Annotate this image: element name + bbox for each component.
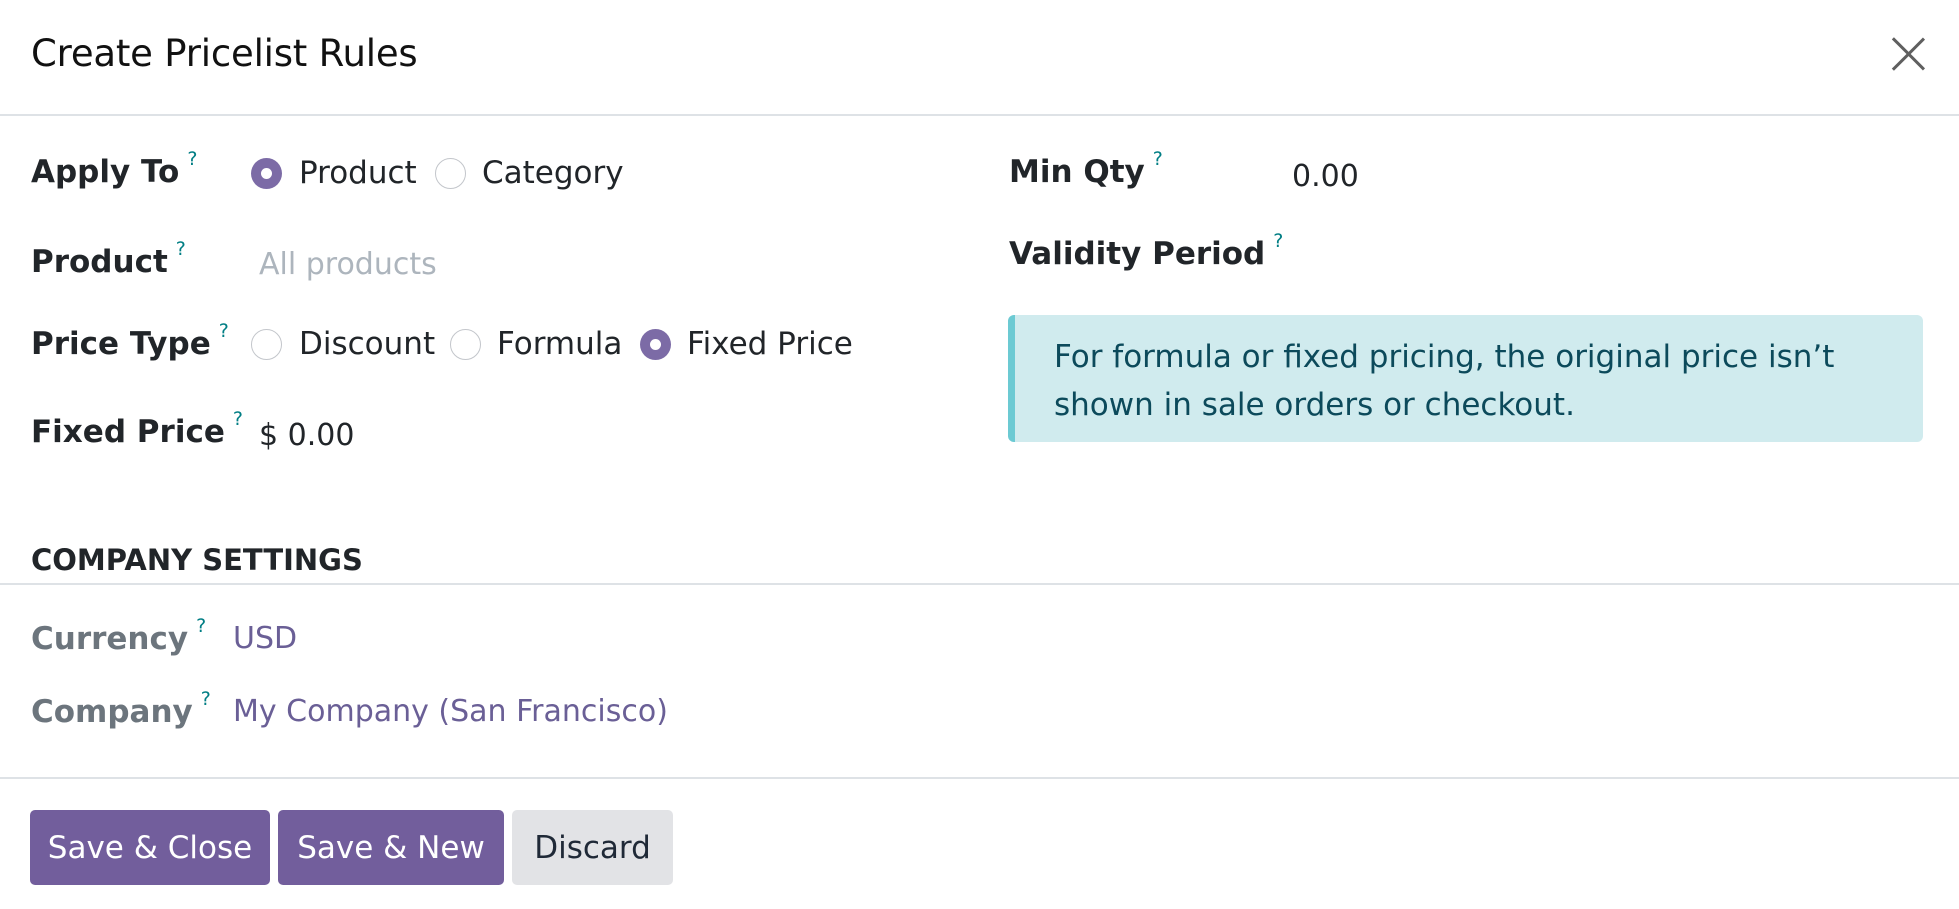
save-close-button[interactable]: Save & Close xyxy=(30,810,270,885)
save-new-button[interactable]: Save & New xyxy=(278,810,504,885)
info-alert-line1: For formula or fixed pricing, the origin… xyxy=(1054,339,1835,375)
price-type-discount-radio[interactable] xyxy=(251,329,282,360)
apply-to-category-label[interactable]: Category xyxy=(482,155,624,191)
price-type-formula-radio[interactable] xyxy=(450,329,481,360)
dialog-title: Create Pricelist Rules xyxy=(31,32,418,75)
apply-to-product-radio[interactable] xyxy=(251,158,282,189)
help-icon[interactable]: ? xyxy=(219,320,229,342)
info-alert: For formula or fixed pricing, the origin… xyxy=(1008,315,1923,442)
pricelist-rule-dialog: Create Pricelist Rules Apply To? Product… xyxy=(0,0,1959,909)
dialog-header: Create Pricelist Rules xyxy=(0,0,1959,116)
discard-button[interactable]: Discard xyxy=(512,810,673,885)
help-icon[interactable]: ? xyxy=(187,148,197,170)
fixed-price-label-text: Fixed Price xyxy=(31,414,225,450)
help-icon[interactable]: ? xyxy=(201,688,211,710)
product-label: Product? xyxy=(31,238,186,280)
min-qty-label: Min Qty? xyxy=(1009,148,1163,190)
info-alert-line2: shown in sale orders or checkout. xyxy=(1054,387,1575,423)
company-label-text: Company xyxy=(31,694,193,730)
company-label: Company? xyxy=(31,688,211,730)
fixed-price-label: Fixed Price? xyxy=(31,408,243,450)
currency-value[interactable]: USD xyxy=(233,621,297,656)
apply-to-label: Apply To? xyxy=(31,148,197,190)
price-type-fixed-label[interactable]: Fixed Price xyxy=(687,326,853,362)
currency-label-text: Currency xyxy=(31,621,189,657)
validity-period-label-text: Validity Period xyxy=(1009,236,1266,272)
product-input[interactable]: All products xyxy=(259,247,437,282)
company-settings-heading: COMPANY SETTINGS xyxy=(31,543,363,577)
apply-to-product-label[interactable]: Product xyxy=(299,155,417,191)
price-type-label: Price Type? xyxy=(31,320,229,362)
footer-divider xyxy=(0,777,1959,779)
currency-label: Currency? xyxy=(31,615,206,657)
price-type-fixed-radio[interactable] xyxy=(640,329,671,360)
help-icon[interactable]: ? xyxy=(1273,230,1283,252)
section-divider xyxy=(0,583,1959,585)
help-icon[interactable]: ? xyxy=(196,615,206,637)
help-icon[interactable]: ? xyxy=(176,238,186,260)
apply-to-category-radio[interactable] xyxy=(435,158,466,189)
price-type-formula-label[interactable]: Formula xyxy=(497,326,622,362)
min-qty-label-text: Min Qty xyxy=(1009,154,1145,190)
close-icon[interactable] xyxy=(1888,34,1928,74)
apply-to-label-text: Apply To xyxy=(31,154,180,190)
fixed-price-input[interactable]: $ 0.00 xyxy=(259,418,354,453)
price-type-label-text: Price Type xyxy=(31,326,211,362)
company-value[interactable]: My Company (San Francisco) xyxy=(233,694,668,729)
product-label-text: Product xyxy=(31,244,168,280)
help-icon[interactable]: ? xyxy=(1153,148,1163,170)
price-type-discount-label[interactable]: Discount xyxy=(299,326,435,362)
validity-period-label: Validity Period? xyxy=(1009,230,1283,272)
min-qty-input[interactable]: 0.00 xyxy=(1292,159,1359,194)
help-icon[interactable]: ? xyxy=(233,408,243,430)
